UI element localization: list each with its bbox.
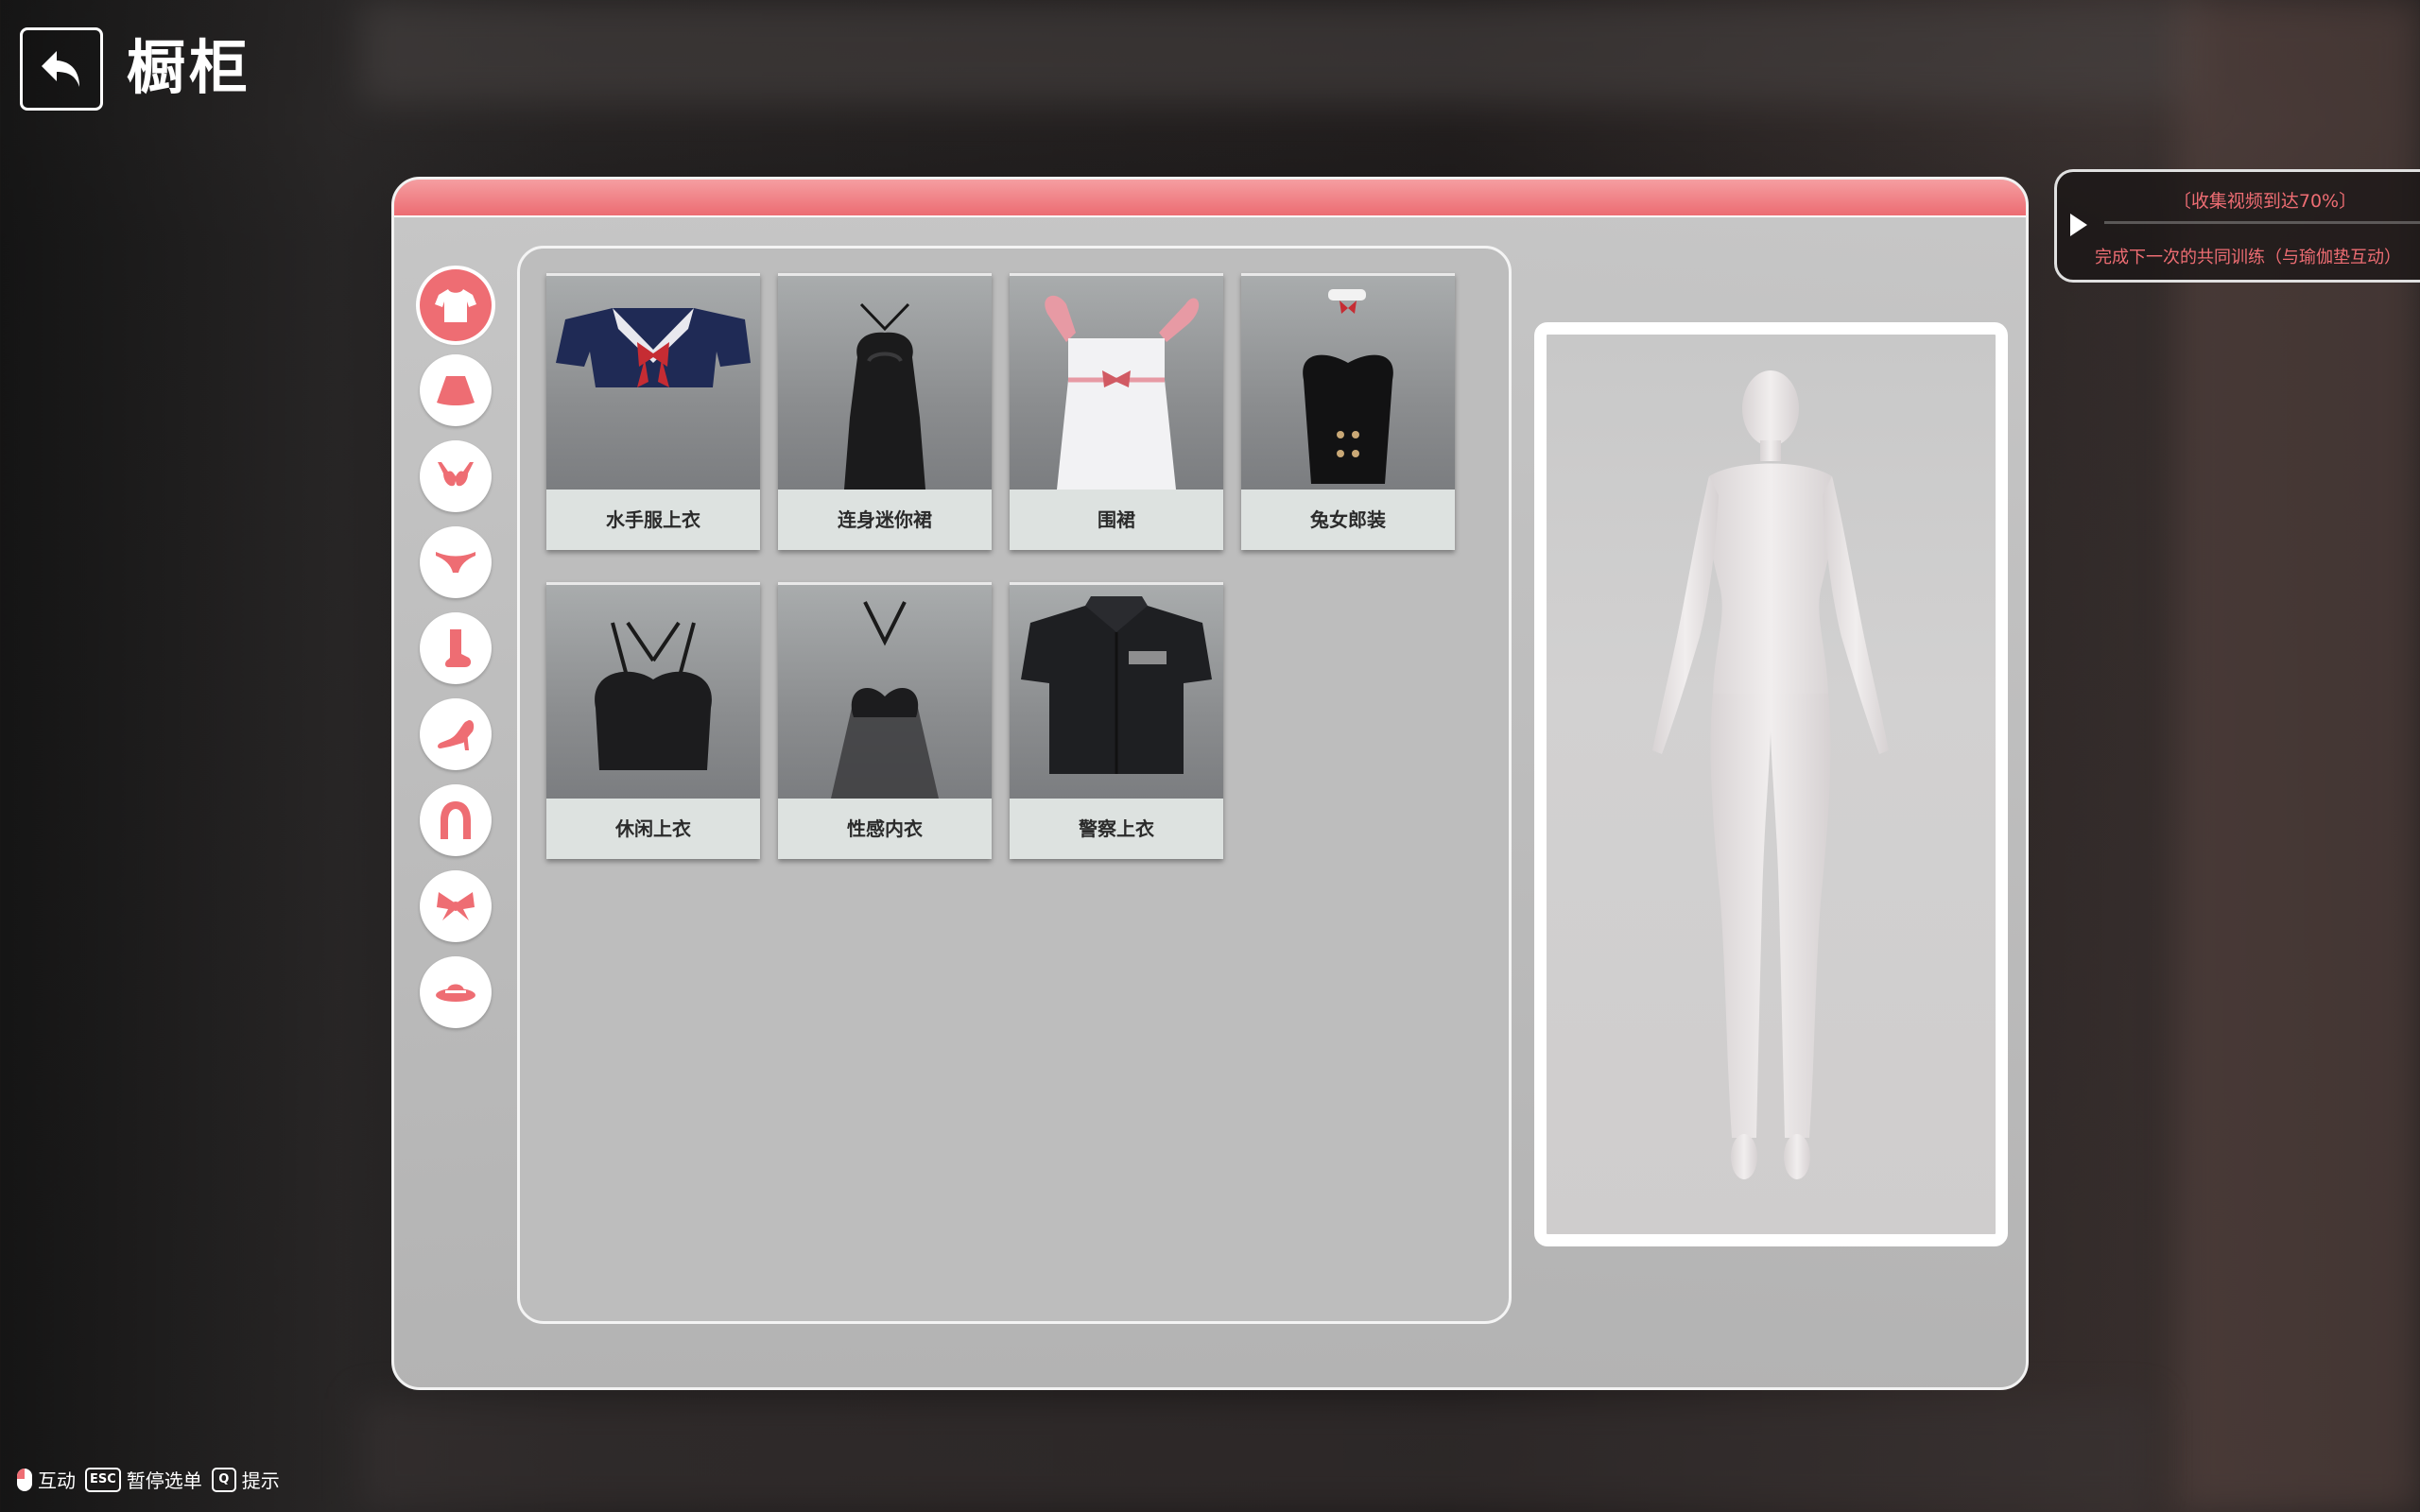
item-thumbnail [546, 276, 760, 490]
police-shirt-icon [1021, 596, 1212, 774]
esc-key-icon: ESC [85, 1467, 121, 1492]
item-card[interactable]: 警察上衣 [1010, 582, 1223, 859]
hair-icon [441, 801, 471, 839]
item-card[interactable]: 兔女郎装 [1241, 273, 1455, 550]
casual-top-icon [595, 621, 712, 770]
sock-icon [445, 629, 472, 667]
item-card[interactable]: 水手服上衣 [546, 273, 760, 550]
bunny-suit-icon [1303, 289, 1393, 484]
mini-dress-icon [844, 302, 925, 490]
task-notice[interactable]: 〔收集视频到达70%〕 完成下一次的共同训练（与瑜伽垫互动） [2054, 169, 2420, 283]
category-hat-button[interactable] [420, 956, 492, 1028]
skirt-icon [437, 376, 475, 405]
item-card[interactable]: 性感内衣 [778, 582, 992, 859]
hat-icon [436, 984, 475, 1002]
item-thumbnail [546, 585, 760, 799]
character-preview[interactable] [1534, 322, 2008, 1246]
play-icon [2070, 214, 2087, 236]
hint-tips: Q 提示 [211, 1466, 280, 1493]
item-card[interactable]: 围裙 [1010, 273, 1223, 550]
hint-pause: ESC 暂停选单 [85, 1466, 202, 1493]
hint-label: 提示 [241, 1469, 280, 1492]
task-description: 完成下一次的共同训练（与瑜伽垫互动） [2095, 248, 2401, 267]
item-thumbnail [1010, 585, 1223, 799]
item-label: 围裙 [1010, 490, 1223, 550]
item-label: 休闲上衣 [546, 799, 760, 859]
hint-label: 互动 [38, 1469, 76, 1492]
category-panties-button[interactable] [420, 526, 492, 598]
q-key-icon: Q [211, 1467, 236, 1492]
items-grid-panel: 水手服上衣 连身迷你裙 围裙 兔女郎装 休闲上衣 性感内衣 警察上衣 [517, 246, 1512, 1324]
category-socks-button[interactable] [420, 612, 492, 684]
bra-icon [438, 462, 474, 487]
item-thumbnail [778, 276, 992, 490]
panties-icon [436, 552, 475, 573]
task-divider [2104, 221, 2420, 224]
item-label: 兔女郎装 [1241, 490, 1455, 550]
back-button[interactable] [20, 27, 103, 111]
bow-icon [437, 892, 475, 920]
background-shelf [359, 0, 2203, 104]
character-model [1652, 370, 1889, 1179]
lingerie-icon [831, 601, 939, 799]
panel-top-bar [394, 180, 2026, 217]
item-thumbnail [778, 585, 992, 799]
category-skirt-button[interactable] [420, 354, 492, 426]
back-arrow-icon [42, 51, 79, 87]
item-card[interactable]: 连身迷你裙 [778, 273, 992, 550]
category-shoes-button[interactable] [420, 698, 492, 770]
item-label: 性感内衣 [778, 799, 992, 859]
apron-icon [1045, 295, 1200, 490]
shirt-icon [435, 289, 476, 322]
hint-label: 暂停选单 [126, 1469, 202, 1492]
page-title: 橱柜 [127, 33, 252, 102]
high-heel-icon [438, 720, 475, 750]
item-label: 水手服上衣 [546, 490, 760, 550]
item-label: 连身迷你裙 [778, 490, 992, 550]
task-title: 〔收集视频到达70%〕 [2172, 191, 2358, 212]
item-thumbnail [1010, 276, 1223, 490]
item-label: 警察上衣 [1010, 799, 1223, 859]
category-hair-button[interactable] [420, 784, 492, 856]
item-thumbnail [1241, 276, 1455, 490]
wardrobe-panel: 水手服上衣 连身迷你裙 围裙 兔女郎装 休闲上衣 性感内衣 警察上衣 [391, 177, 2029, 1390]
control-hints: 互动 ESC 暂停选单 Q 提示 [17, 1466, 280, 1493]
hint-interact: 互动 [17, 1466, 76, 1493]
mouse-icon [17, 1468, 32, 1491]
category-bra-button[interactable] [420, 440, 492, 512]
category-top-button[interactable] [420, 269, 492, 341]
category-accessory-button[interactable] [420, 870, 492, 942]
sailor-top-icon [556, 308, 751, 387]
background-floor [359, 1399, 2155, 1512]
item-card[interactable]: 休闲上衣 [546, 582, 760, 859]
